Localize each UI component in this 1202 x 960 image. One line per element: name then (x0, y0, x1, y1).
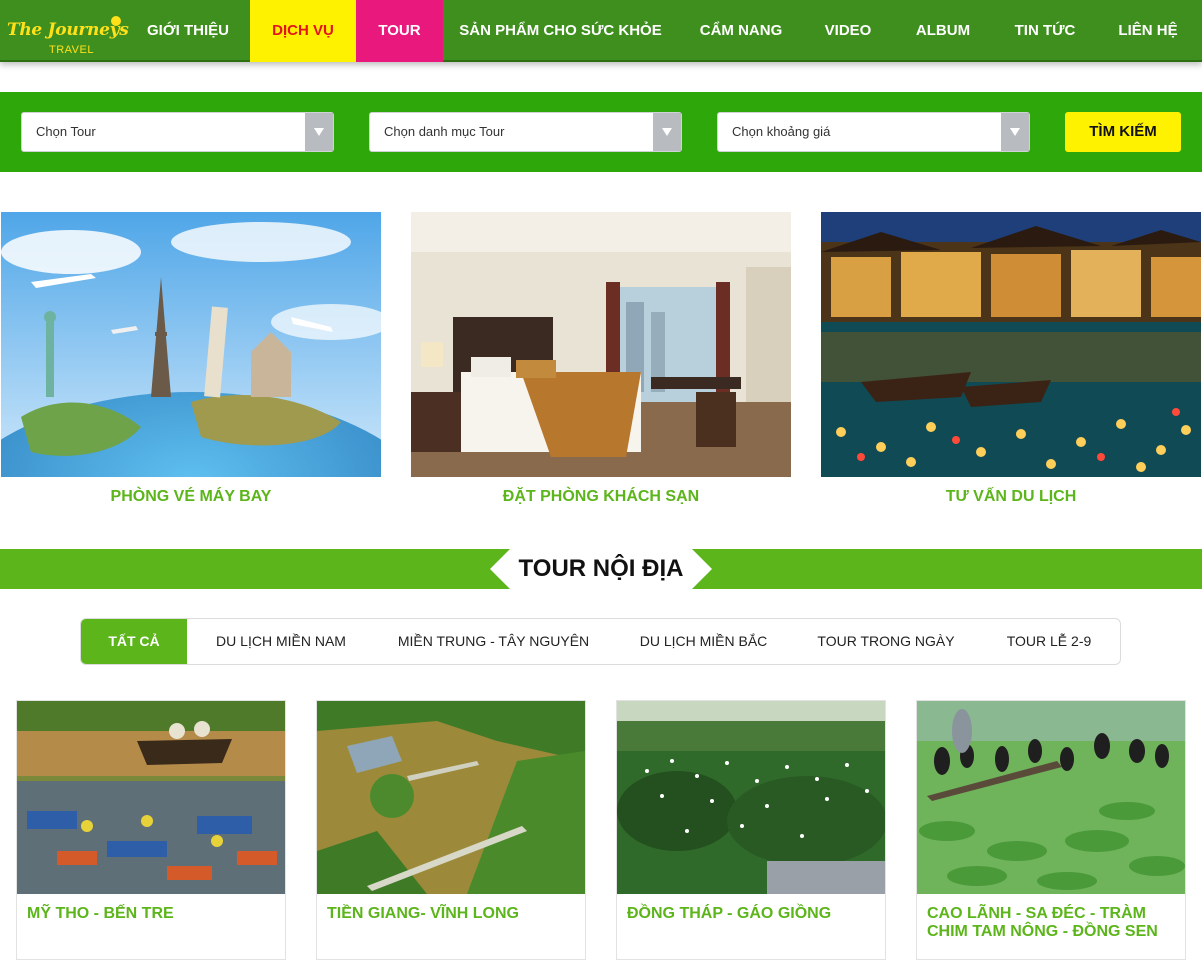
site-logo[interactable]: The Journeys TRAVEL (4, 6, 129, 58)
logo-wordmark: The Journeys (7, 20, 129, 40)
nav-item-lien-he[interactable]: LIÊN HỆ (1106, 0, 1190, 62)
tab-trong-ngay[interactable]: TOUR TRONG NGÀY (811, 619, 961, 664)
service-label-hotel[interactable]: ĐẶT PHÒNG KHÁCH SẠN (411, 488, 791, 506)
tab-mien-trung[interactable]: MIỀN TRUNG - TÂY NGUYÊN (391, 619, 596, 664)
tour-card[interactable]: ĐỒNG THÁP - GÁO GIỒNG (616, 700, 886, 960)
tour-image-stork-forest[interactable] (617, 701, 885, 894)
tour-title[interactable]: MỸ THO - BẾN TRE (27, 905, 277, 923)
tour-card[interactable]: CAO LÃNH - SA ĐÉC - TRÀM CHIM TAM NÔNG -… (916, 700, 1186, 960)
tour-title[interactable]: TIỀN GIANG- VĨNH LONG (327, 905, 577, 923)
nav-item-tour[interactable]: TOUR (356, 0, 443, 62)
service-label-consulting[interactable]: TƯ VẤN DU LỊCH (821, 488, 1201, 506)
tab-le-2-9[interactable]: TOUR LỄ 2-9 (996, 619, 1102, 664)
select-price-text: Chọn khoảng giá (732, 124, 831, 139)
select-price[interactable]: Chọn khoảng giá (717, 112, 1030, 152)
nav-item-album[interactable]: ALBUM (902, 0, 984, 62)
chevron-down-icon[interactable] (1001, 113, 1029, 151)
nav-item-video[interactable]: VIDEO (808, 0, 888, 62)
service-image-consulting[interactable] (821, 212, 1201, 477)
nav-item-dich-vu[interactable]: DỊCH VỤ (250, 0, 356, 62)
nav-item-san-pham[interactable]: SẢN PHẨM CHO SỨC KHỎE (448, 0, 673, 62)
service-image-flights[interactable] (1, 212, 381, 477)
service-image-hotel[interactable] (411, 212, 791, 477)
tour-card[interactable]: MỸ THO - BẾN TRE (16, 700, 286, 960)
search-button[interactable]: TÌM KIẾM (1065, 112, 1181, 152)
tour-card[interactable]: TIỀN GIANG- VĨNH LONG (316, 700, 586, 960)
hotel-room-image (411, 212, 791, 477)
nav-item-tin-tuc[interactable]: TIN TỨC (1000, 0, 1090, 62)
select-category[interactable]: Chọn danh mục Tour (369, 112, 682, 152)
chevron-down-icon[interactable] (305, 113, 333, 151)
nav-item-cam-nang[interactable]: CẨM NANG (686, 0, 796, 62)
logo-subtitle: TRAVEL (49, 44, 94, 56)
select-category-text: Chọn danh mục Tour (384, 124, 505, 139)
tab-mien-nam[interactable]: DU LỊCH MIỀN NAM (205, 619, 357, 664)
top-navigation: The Journeys TRAVEL GIỚI THIỆU DỊCH VỤ T… (0, 0, 1202, 62)
tour-image-floating-market[interactable] (17, 701, 285, 894)
tour-category-tabs: TẤT CẢ DU LỊCH MIỀN NAM MIỀN TRUNG - TÂY… (80, 618, 1121, 665)
section-title: TOUR NỘI ĐỊA (518, 555, 684, 582)
nav-item-gioi-thieu[interactable]: GIỚI THIỆU (130, 0, 246, 62)
select-tour-text: Chọn Tour (36, 124, 96, 139)
tour-image-birds-pond[interactable] (917, 701, 1185, 894)
tour-search-bar: Chọn Tour Chọn danh mục Tour Chọn khoảng… (0, 92, 1202, 172)
select-tour[interactable]: Chọn Tour (21, 112, 334, 152)
world-landmarks-image (1, 212, 381, 477)
hoi-an-night-image (821, 212, 1201, 477)
tour-title[interactable]: CAO LÃNH - SA ĐÉC - TRÀM CHIM TAM NÔNG -… (927, 905, 1177, 941)
tab-tat-ca[interactable]: TẤT CẢ (81, 619, 187, 664)
tour-title[interactable]: ĐỒNG THÁP - GÁO GIỒNG (627, 905, 877, 923)
tab-mien-bac[interactable]: DU LỊCH MIỀN BẮC (631, 619, 776, 664)
tour-image-flooded-river[interactable] (317, 701, 585, 894)
chevron-down-icon[interactable] (653, 113, 681, 151)
service-label-flights[interactable]: PHÒNG VÉ MÁY BAY (1, 488, 381, 506)
